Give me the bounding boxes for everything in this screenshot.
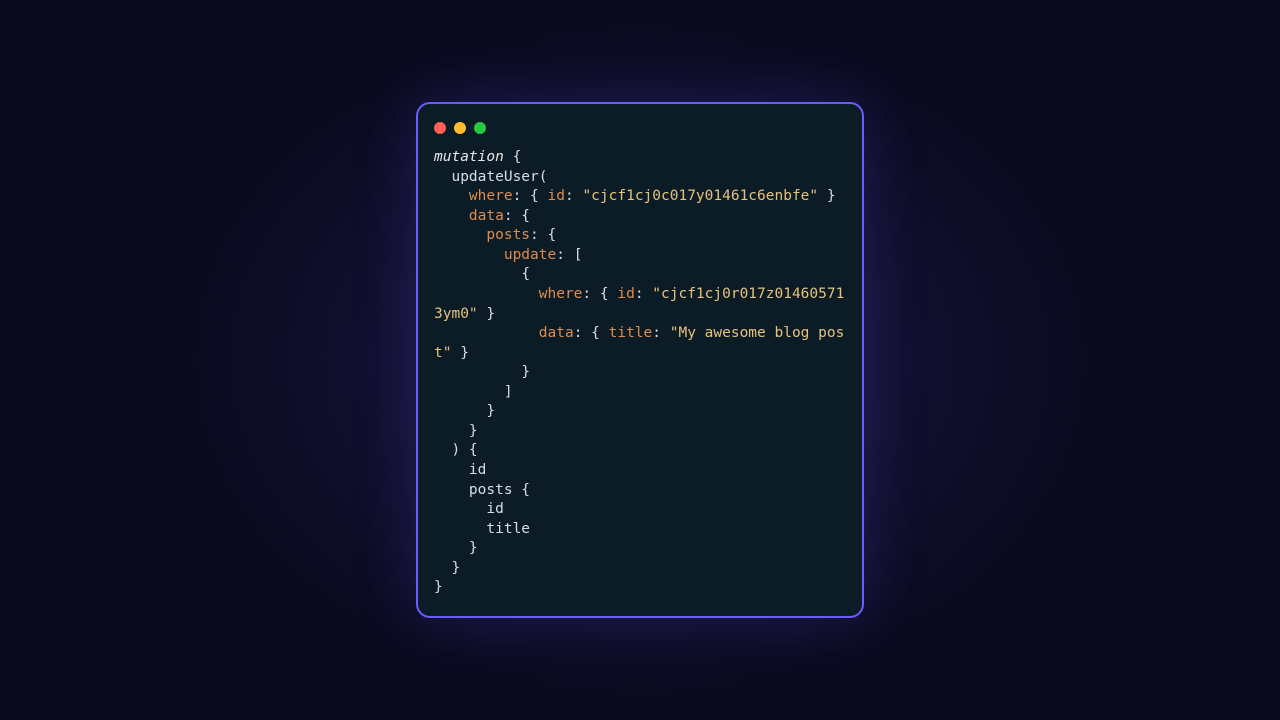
arg-id-inner: id <box>617 286 634 302</box>
str-user-id: "cjcf1cj0c017y01461c6enbfe" <box>582 188 818 204</box>
keyword-mutation: mutation <box>434 149 504 165</box>
sel-posts-title: title <box>486 521 530 537</box>
window-controls <box>434 120 846 148</box>
sel-id: id <box>469 462 486 478</box>
close-icon[interactable] <box>434 122 446 134</box>
arg-title: title <box>609 325 653 341</box>
arg-id: id <box>548 188 565 204</box>
arg-where-inner: where <box>539 286 583 302</box>
fn-updateUser: updateUser <box>451 169 538 185</box>
code-window: mutation { updateUser( where: { id: "cjc… <box>416 102 864 618</box>
arg-posts: posts <box>486 227 530 243</box>
sel-posts: posts <box>469 482 513 498</box>
maximize-icon[interactable] <box>474 122 486 134</box>
arg-data: data <box>469 208 504 224</box>
sel-posts-id: id <box>486 501 503 517</box>
arg-data-inner: data <box>539 325 574 341</box>
arg-where: where <box>469 188 513 204</box>
code-block: mutation { updateUser( where: { id: "cjc… <box>434 148 846 598</box>
stage: mutation { updateUser( where: { id: "cjc… <box>0 0 1280 720</box>
arg-update: update <box>504 247 556 263</box>
minimize-icon[interactable] <box>454 122 466 134</box>
